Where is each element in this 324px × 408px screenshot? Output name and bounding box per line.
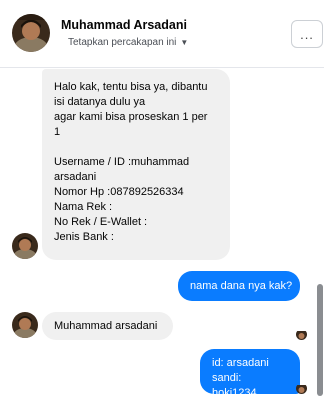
message-list[interactable]: Halo kak, tentu bisa ya, dibantu isi dat…	[0, 69, 324, 408]
contact-avatar[interactable]	[12, 14, 50, 52]
seen-receipt-avatar	[296, 383, 307, 394]
outgoing-message[interactable]: nama dana nya kak?	[178, 271, 300, 301]
more-options-button[interactable]: ...	[291, 20, 323, 48]
pin-conversation-label: Tetapkan percakapan ini	[68, 37, 177, 48]
outgoing-message[interactable]: id: arsadani sandi: hoki1234	[200, 349, 300, 399]
more-options-icon: ...	[300, 26, 314, 42]
seen-receipt-avatar	[296, 329, 307, 340]
pin-conversation-dropdown[interactable]: Tetapkan percakapan ini ▼	[68, 37, 188, 48]
sender-avatar	[12, 312, 38, 338]
chat-header: Muhammad Arsadani Tetapkan percakapan in…	[0, 0, 324, 68]
sender-avatar	[12, 233, 38, 259]
incoming-message[interactable]: Muhammad arsadani	[42, 312, 173, 340]
contact-name[interactable]: Muhammad Arsadani	[61, 18, 187, 32]
chevron-down-icon: ▼	[180, 38, 189, 47]
scrollbar-thumb[interactable]	[317, 284, 323, 396]
incoming-message[interactable]: Halo kak, tentu bisa ya, dibantu isi dat…	[42, 69, 230, 260]
